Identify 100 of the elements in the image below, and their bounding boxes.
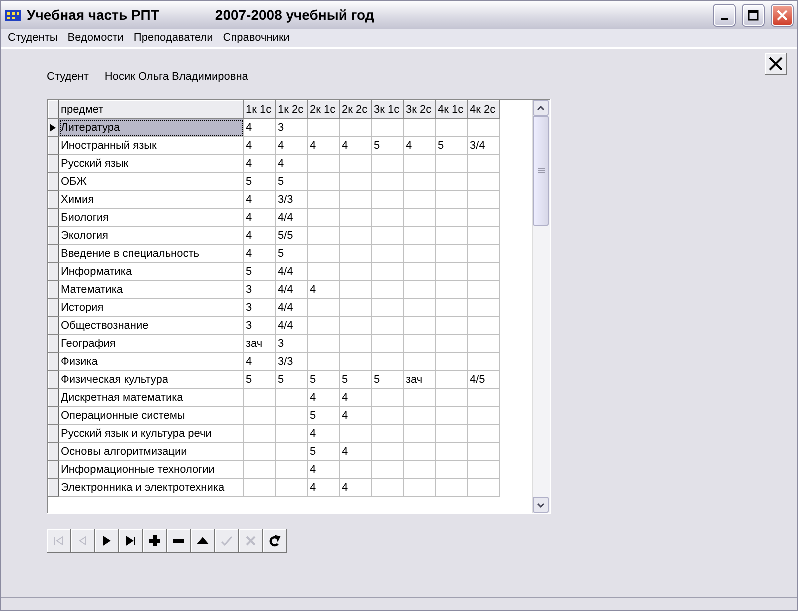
- scrollbar-thumb[interactable]: [533, 116, 549, 226]
- subject-cell[interactable]: Русский язык и культура речи: [58, 424, 244, 442]
- subject-cell[interactable]: Физика: [58, 352, 244, 370]
- grade-cell[interactable]: 5: [308, 406, 340, 424]
- grade-cell[interactable]: 5: [276, 172, 308, 190]
- grade-cell[interactable]: 4: [340, 388, 372, 406]
- grade-cell[interactable]: 4/5: [468, 370, 500, 388]
- grade-cell[interactable]: 3: [276, 334, 308, 352]
- menu-item[interactable]: Преподаватели: [128, 32, 218, 44]
- navigator-button[interactable]: [263, 529, 287, 553]
- column-header[interactable]: 4к 1с: [436, 100, 468, 118]
- column-header[interactable]: 2к 2с: [340, 100, 372, 118]
- grade-cell[interactable]: 4: [244, 226, 276, 244]
- grade-cell[interactable]: 4: [308, 136, 340, 154]
- scroll-up-button[interactable]: [533, 100, 549, 116]
- minimize-button[interactable]: [714, 4, 735, 26]
- grade-cell[interactable]: 4: [244, 154, 276, 172]
- grade-cell[interactable]: 3: [276, 118, 308, 136]
- grade-cell[interactable]: 4: [244, 136, 276, 154]
- grade-cell[interactable]: 3: [244, 280, 276, 298]
- subject-cell[interactable]: История: [58, 298, 244, 316]
- grade-cell[interactable]: 4: [244, 190, 276, 208]
- navigator-button[interactable]: [167, 529, 191, 553]
- grade-cell[interactable]: 4: [308, 388, 340, 406]
- grade-cell[interactable]: 5: [308, 370, 340, 388]
- column-header[interactable]: предмет: [58, 100, 244, 118]
- grade-cell[interactable]: 5/5: [276, 226, 308, 244]
- grade-cell[interactable]: 4: [244, 208, 276, 226]
- grade-cell[interactable]: 4: [404, 136, 436, 154]
- menu-item[interactable]: Студенты: [3, 32, 63, 44]
- row-indicator[interactable]: [48, 118, 58, 136]
- grade-cell[interactable]: 4: [308, 460, 340, 478]
- maximize-button[interactable]: [743, 4, 764, 26]
- column-header[interactable]: 3к 2с: [404, 100, 436, 118]
- column-header[interactable]: 3к 1с: [372, 100, 404, 118]
- subject-cell[interactable]: Иностранный язык: [58, 136, 244, 154]
- subject-cell[interactable]: Основы алгоритмизации: [58, 442, 244, 460]
- close-button[interactable]: [765, 53, 787, 75]
- grade-cell[interactable]: зач: [404, 370, 436, 388]
- grade-cell[interactable]: 4: [340, 478, 372, 496]
- subject-cell[interactable]: ОБЖ: [58, 172, 244, 190]
- column-header[interactable]: 1к 2с: [276, 100, 308, 118]
- grade-cell[interactable]: 4/4: [276, 316, 308, 334]
- grade-cell[interactable]: 5: [372, 136, 404, 154]
- subject-cell[interactable]: Введение в специальность: [58, 244, 244, 262]
- navigator-button[interactable]: [143, 529, 167, 553]
- grade-cell[interactable]: 4: [340, 136, 372, 154]
- grade-cell[interactable]: 5: [308, 442, 340, 460]
- grade-cell[interactable]: 4: [340, 442, 372, 460]
- menu-item[interactable]: Ведомости: [62, 32, 129, 44]
- navigator-button[interactable]: [119, 529, 143, 553]
- grade-cell[interactable]: 5: [276, 370, 308, 388]
- grade-cell[interactable]: 4: [244, 118, 276, 136]
- grade-cell[interactable]: 4: [276, 136, 308, 154]
- column-header[interactable]: 1к 1с: [244, 100, 276, 118]
- grade-cell[interactable]: 3: [244, 298, 276, 316]
- subject-cell[interactable]: Русский язык: [58, 154, 244, 172]
- grade-cell[interactable]: 3/3: [276, 190, 308, 208]
- grade-cell[interactable]: 4/4: [276, 208, 308, 226]
- grade-cell[interactable]: 3/4: [468, 136, 500, 154]
- app-icon: [5, 8, 21, 22]
- subject-cell[interactable]: География: [58, 334, 244, 352]
- grade-cell[interactable]: 5: [340, 370, 372, 388]
- grade-cell[interactable]: 4/4: [276, 298, 308, 316]
- grade-cell[interactable]: 4: [244, 244, 276, 262]
- grade-cell[interactable]: 5: [244, 172, 276, 190]
- grade-cell[interactable]: 3: [244, 316, 276, 334]
- navigator-button[interactable]: [191, 529, 215, 553]
- grade-cell[interactable]: 5: [276, 244, 308, 262]
- subject-cell[interactable]: Дискретная математика: [58, 388, 244, 406]
- grade-cell[interactable]: 5: [244, 370, 276, 388]
- grade-cell[interactable]: 3/3: [276, 352, 308, 370]
- subject-cell[interactable]: Химия: [58, 190, 244, 208]
- subject-cell[interactable]: Информационные технологии: [58, 460, 244, 478]
- column-header[interactable]: 4к 2с: [468, 100, 500, 118]
- grade-cell[interactable]: 4: [244, 352, 276, 370]
- grade-cell[interactable]: 4: [340, 406, 372, 424]
- grade-cell[interactable]: 4/4: [276, 280, 308, 298]
- grade-cell[interactable]: 4: [308, 478, 340, 496]
- subject-cell[interactable]: Обществознание: [58, 316, 244, 334]
- grade-cell[interactable]: 4: [308, 424, 340, 442]
- grade-cell[interactable]: 4: [276, 154, 308, 172]
- subject-cell[interactable]: Информатика: [58, 262, 244, 280]
- subject-cell[interactable]: Биология: [58, 208, 244, 226]
- grade-cell[interactable]: 5: [436, 136, 468, 154]
- grade-cell[interactable]: 5: [244, 262, 276, 280]
- grade-cell[interactable]: 4/4: [276, 262, 308, 280]
- subject-cell[interactable]: Математика: [58, 280, 244, 298]
- navigator-button[interactable]: [95, 529, 119, 553]
- scroll-down-button[interactable]: [533, 497, 549, 513]
- grade-cell[interactable]: 5: [372, 370, 404, 388]
- grade-cell[interactable]: зач: [244, 334, 276, 352]
- subject-cell[interactable]: Литература: [58, 118, 244, 136]
- subject-cell[interactable]: Электронника и электротехника: [58, 478, 244, 496]
- grade-cell[interactable]: 4: [308, 280, 340, 298]
- column-header[interactable]: 2к 1с: [308, 100, 340, 118]
- subject-cell[interactable]: Операционные системы: [58, 406, 244, 424]
- subject-cell[interactable]: Физическая культура: [58, 370, 244, 388]
- subject-cell[interactable]: Экология: [58, 226, 244, 244]
- menu-item[interactable]: Справочники: [218, 32, 295, 44]
